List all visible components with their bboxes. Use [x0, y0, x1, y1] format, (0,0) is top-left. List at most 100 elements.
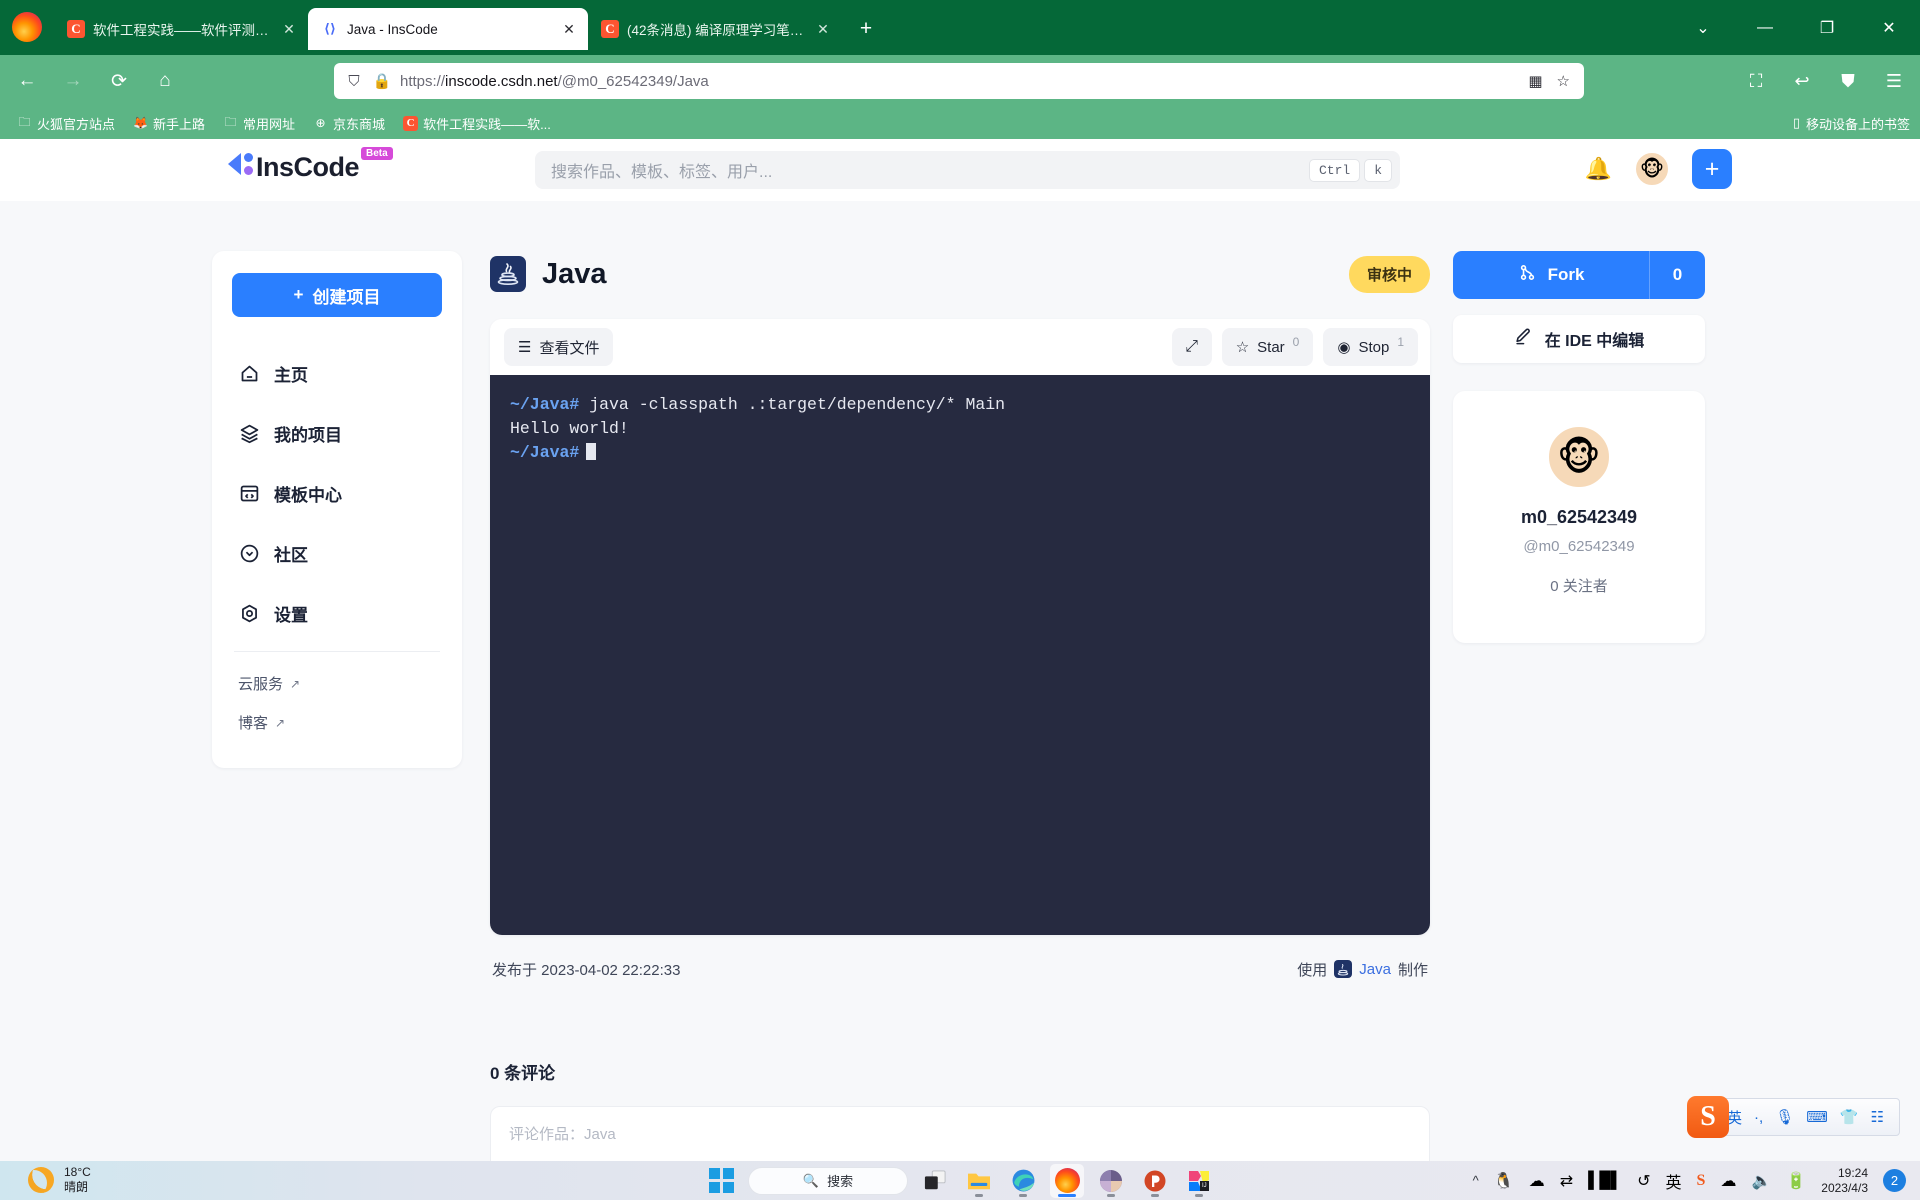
bell-icon[interactable]: 🔔 — [1585, 156, 1612, 182]
bookmark-item[interactable]: C 软件工程实践——软... — [396, 111, 558, 136]
terminal-line: ~/Java# — [510, 441, 1410, 465]
onedrive-icon[interactable]: ☁ — [1529, 1171, 1545, 1191]
profile-name[interactable]: m0_62542349 — [1473, 507, 1685, 528]
keyboard-icon[interactable]: ⌨ — [1806, 1108, 1828, 1126]
browser-tab[interactable]: C (42条消息) 编译原理学习笔记之 ✕ — [588, 8, 842, 50]
qq-icon[interactable]: 🐧 — [1494, 1171, 1514, 1191]
stop-button[interactable]: ◉ Stop 1 — [1323, 328, 1418, 366]
main-content: + 创建项目 主页 — [0, 201, 1920, 219]
made-with-language[interactable]: Java — [1359, 961, 1391, 978]
explorer-icon[interactable] — [962, 1164, 996, 1198]
mobile-icon: ▯ — [1793, 115, 1800, 131]
bookmark-item[interactable]: 🗀 火狐官方站点 — [10, 111, 122, 136]
address-bar[interactable]: ⛉ 🔒 https://inscode.csdn.net/@m0_6254234… — [334, 63, 1584, 99]
battery-icon[interactable]: 🔋 — [1786, 1171, 1806, 1191]
sogou-icon[interactable]: S — [1697, 1172, 1706, 1190]
sidebar-link-blog[interactable]: 博客 ↗ — [232, 703, 442, 742]
sound-mixer-icon[interactable]: ▌█▌ — [1588, 1172, 1622, 1190]
brand-logo[interactable]: InsCode Beta — [228, 153, 393, 181]
clock[interactable]: 19:24 2023/4/3 — [1821, 1166, 1868, 1196]
firefox-icon: 🦊 — [133, 116, 148, 131]
ime-en-icon[interactable]: 英 — [1666, 1169, 1682, 1193]
mic-icon[interactable]: 🎙 — [1775, 1108, 1794, 1126]
new-tab-button[interactable]: + — [852, 17, 880, 41]
sidebar-item-community[interactable]: 社区 — [232, 523, 442, 583]
sogou-icon[interactable]: S — [1687, 1096, 1729, 1138]
search-input[interactable]: 搜索作品、模板、标签、用户... Ctrl k — [535, 151, 1400, 189]
close-icon[interactable]: ✕ — [814, 21, 832, 38]
taskbar-search[interactable]: 🔍 搜索 — [748, 1167, 908, 1195]
view-files-button[interactable]: ☰ 查看文件 — [504, 328, 613, 366]
project-header: Java 审核中 — [490, 251, 1430, 297]
create-project-button[interactable]: + 创建项目 — [232, 273, 442, 317]
intellij-icon[interactable]: IJ — [1182, 1164, 1216, 1198]
browser-titlebar: C 软件工程实践——软件评测作业 ✕ ⟨⟩ Java - InsCode ✕ C… — [0, 0, 1920, 55]
sidebar-link-cloud[interactable]: 云服务 ↗ — [232, 664, 442, 703]
close-icon[interactable]: ✕ — [280, 21, 298, 38]
star-icon[interactable]: ☆ — [1557, 72, 1570, 90]
crop-icon[interactable]: ⛶ — [1736, 62, 1776, 100]
terminal-output[interactable]: ~/Java# java -classpath .:target/depende… — [490, 375, 1430, 935]
browser-tab[interactable]: C 软件工程实践——软件评测作业 ✕ — [54, 8, 308, 50]
runner-panel: ☰ 查看文件 ⤢ ☆ Star 0 ◉ Stop — [490, 319, 1430, 935]
firefox-icon[interactable] — [1050, 1164, 1084, 1198]
windows-icon[interactable] — [704, 1164, 738, 1198]
apps-icon[interactable]: ☷ — [1871, 1108, 1884, 1126]
page-title: Java — [542, 258, 607, 291]
bookmark-item[interactable]: 🗀 常用网址 — [216, 111, 302, 136]
undo-icon[interactable]: ↩ — [1782, 62, 1822, 100]
expand-icon[interactable]: ⤢ — [1172, 328, 1212, 366]
project-meta: 发布于 2023-04-02 22:22:33 使用 Java 制作 — [490, 941, 1430, 997]
back-icon[interactable]: ← — [8, 62, 46, 100]
mobile-bookmarks-label: 移动设备上的书签 — [1806, 114, 1910, 133]
ime-lang-toggle[interactable]: 英 — [1727, 1107, 1742, 1128]
ime-toolbar[interactable]: S 英 ·, 🎙 ⌨ 👕 ☷ — [1692, 1098, 1900, 1136]
url-scheme: https:// — [400, 73, 445, 90]
tab-title: (42条消息) 编译原理学习笔记之 — [627, 19, 806, 39]
notification-badge[interactable]: 2 — [1883, 1169, 1906, 1192]
runner-toolbar: ☰ 查看文件 ⤢ ☆ Star 0 ◉ Stop — [490, 319, 1430, 375]
taskview-icon[interactable] — [918, 1164, 952, 1198]
close-icon[interactable]: ✕ — [560, 21, 578, 38]
volume-icon[interactable]: 🔈 — [1751, 1171, 1771, 1191]
network-settings-icon[interactable]: ⇄ — [1560, 1171, 1573, 1191]
qrcode-icon[interactable]: ▦ — [1528, 72, 1542, 90]
chevron-down-icon[interactable]: ⌄ — [1672, 0, 1734, 55]
forward-icon[interactable]: → — [54, 62, 92, 100]
fork-button[interactable]: Fork 0 — [1453, 251, 1705, 299]
powerpoint-icon[interactable] — [1138, 1164, 1172, 1198]
ime-punctuation-toggle[interactable]: ·, — [1754, 1109, 1763, 1126]
skin-icon[interactable]: 👕 — [1840, 1108, 1859, 1126]
sidebar-item-projects[interactable]: 我的项目 — [232, 403, 442, 463]
add-button[interactable]: + — [1692, 149, 1732, 189]
close-window-button[interactable]: ✕ — [1858, 0, 1920, 55]
edge-icon[interactable] — [1006, 1164, 1040, 1198]
reload-icon[interactable]: ⟳ — [100, 62, 138, 100]
chevron-up-icon[interactable]: ^ — [1473, 1173, 1479, 1188]
edit-in-ide-button[interactable]: 在 IDE 中编辑 — [1453, 315, 1705, 363]
pocket-icon[interactable]: ⛊ — [1828, 62, 1868, 100]
star-button[interactable]: ☆ Star 0 — [1222, 328, 1314, 366]
comments-count: 0 条评论 — [490, 1059, 1430, 1084]
fork-icon — [1518, 263, 1537, 287]
minimize-button[interactable]: — — [1734, 0, 1796, 55]
sidebar-item-templates[interactable]: 模板中心 — [232, 463, 442, 523]
home-icon[interactable]: ⌂ — [146, 62, 184, 100]
menu-icon[interactable]: ☰ — [1874, 62, 1914, 100]
mobile-bookmarks[interactable]: ▯ 移动设备上的书签 — [1793, 114, 1910, 133]
shield-icon[interactable]: ⛉ — [344, 73, 364, 90]
left-sidebar: + 创建项目 主页 — [212, 251, 462, 768]
sidebar-item-settings[interactable]: 设置 — [232, 583, 442, 643]
browser-tab-active[interactable]: ⟨⟩ Java - InsCode ✕ — [308, 8, 588, 50]
bookmark-item[interactable]: ⊕ 京东商城 — [306, 111, 392, 136]
wifi-icon[interactable]: ☁ — [1720, 1171, 1736, 1191]
bookmark-item[interactable]: 🦊 新手上路 — [126, 111, 212, 136]
photos-icon[interactable] — [1094, 1164, 1128, 1198]
avatar[interactable]: 🐵 — [1634, 151, 1670, 187]
update-icon[interactable]: ↺ — [1637, 1171, 1650, 1191]
running-indicator — [1019, 1194, 1027, 1197]
sidebar-item-home[interactable]: 主页 — [232, 343, 442, 403]
avatar[interactable]: 🐵 — [1547, 425, 1611, 489]
maximize-button[interactable]: ❐ — [1796, 0, 1858, 55]
comment-input[interactable]: 评论作品：Java — [490, 1106, 1430, 1161]
